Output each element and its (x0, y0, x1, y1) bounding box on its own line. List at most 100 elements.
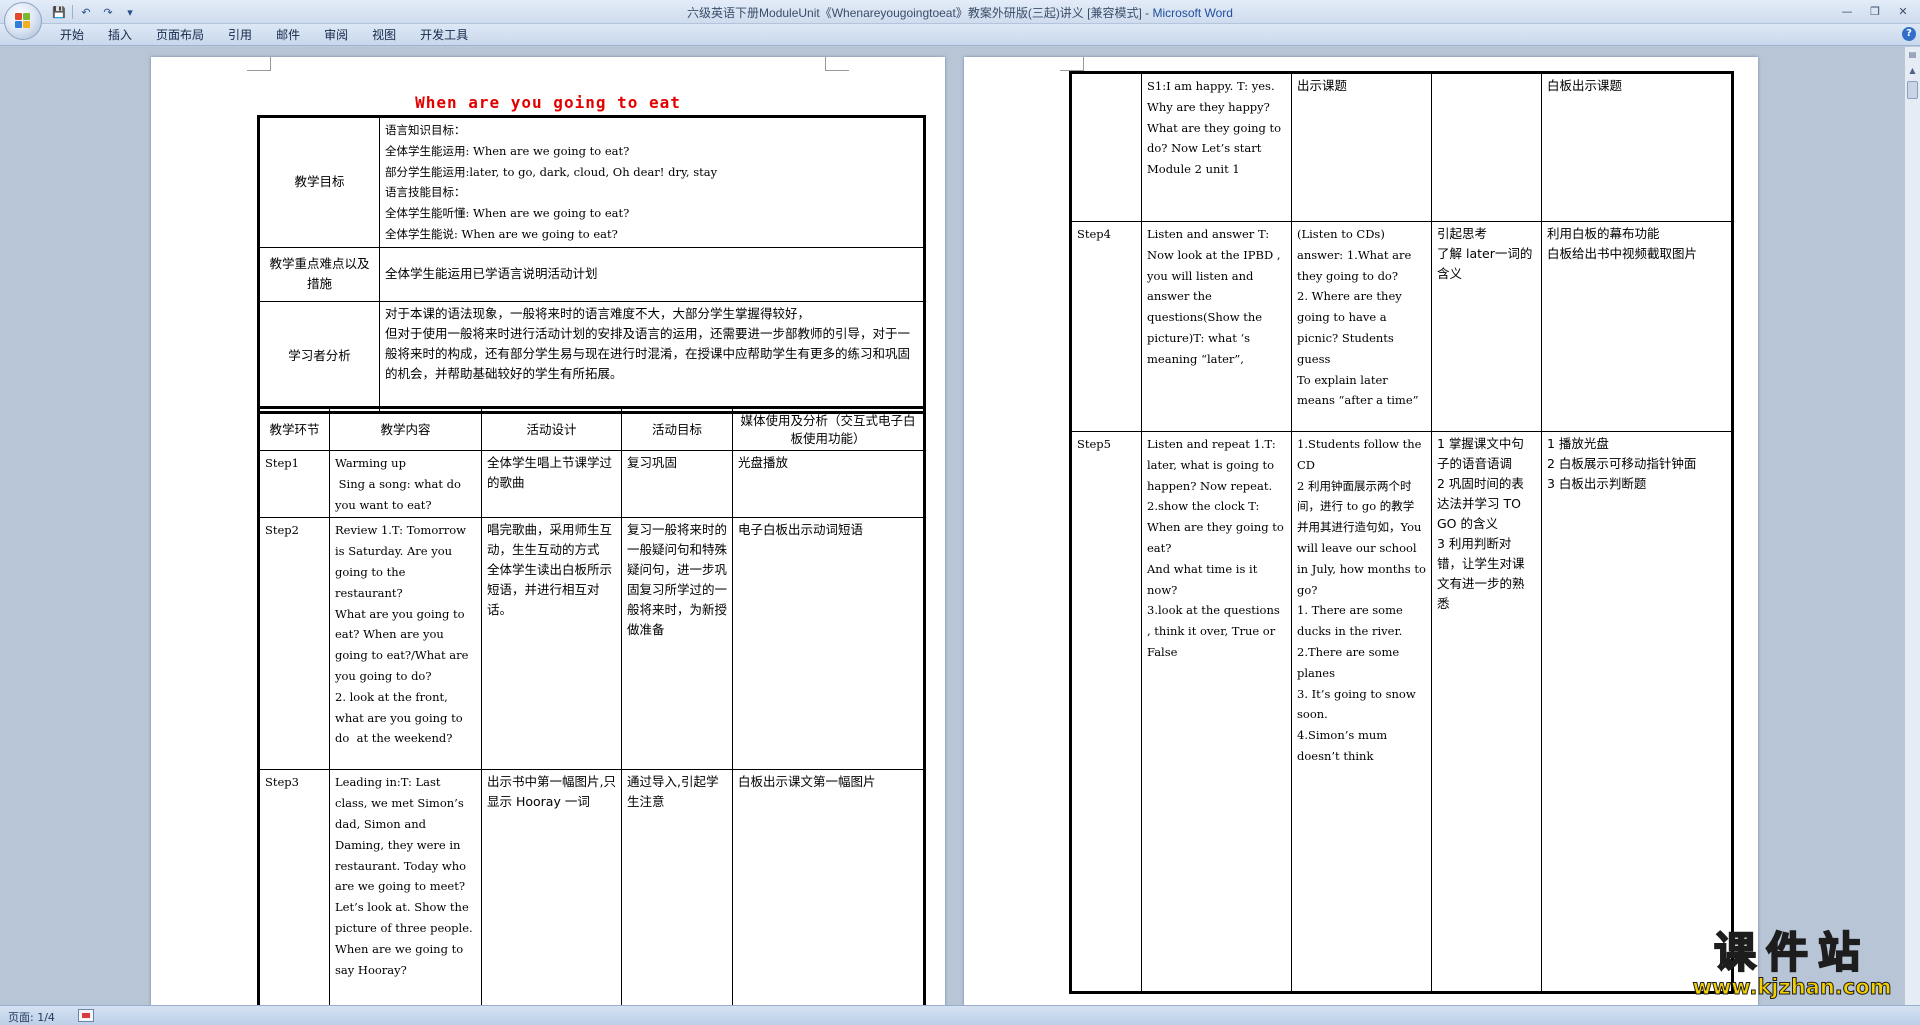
text-line: 全体学生能说: When are we going to eat? (385, 226, 618, 241)
row-label: 学习者分析 (259, 300, 380, 412)
text-line: 2. Where are they going to have a picnic… (1297, 289, 1406, 366)
step-media: 利用白板的幕布功能 白板给出书中视频截取图片 (1541, 221, 1732, 432)
text-line: S1:I am happy. T: yes. Why are they happ… (1147, 79, 1285, 177)
step-content: Warming up Sing a song: what do you want… (329, 449, 482, 519)
tab-review[interactable]: 审阅 (312, 27, 360, 45)
ribbon-tabs: 开始 插入 页面布局 引用 邮件 审阅 视图 开发工具 ? (0, 24, 1920, 46)
table-row: Step1 Warming up Sing a song: what do yo… (259, 449, 924, 519)
window-controls: — ❐ ✕ (1834, 2, 1916, 20)
column-header: 教学内容 (329, 408, 482, 451)
tab-insert[interactable]: 插入 (96, 27, 144, 45)
table-row: Step3 Leading in:T: Last class, we met S… (259, 769, 924, 1005)
tab-mailings[interactable]: 邮件 (264, 27, 312, 45)
scroll-thumb[interactable] (1907, 81, 1918, 99)
step-design: 1.Students follow the CD 2 利用钟面展示两个时间，进行… (1291, 431, 1432, 992)
crop-mark (825, 57, 849, 71)
office-button[interactable] (4, 2, 42, 40)
vertical-scrollbar[interactable]: ▤ ▲ (1904, 47, 1920, 1005)
text-line: 2.show the clock T: When are they going … (1147, 499, 1288, 555)
tab-references[interactable]: 引用 (216, 27, 264, 45)
text-line: 2 利用钟面展示两个时间，进行 to go 的教学 (1297, 478, 1415, 514)
step-content: Review 1.T: Tomorrow is Saturday. Are yo… (329, 517, 482, 771)
app-name: Microsoft Word (1152, 6, 1233, 20)
text-line: 并用其进行造句如，You will leave our school in Ju… (1297, 520, 1430, 597)
watermark-url: www.kjzhan.com (1692, 975, 1892, 999)
restore-button[interactable]: ❐ (1862, 2, 1888, 20)
step-label: Step3 (259, 769, 330, 1005)
step-goal: 复习一般将来时的一般疑问句和特殊疑问句，进一步巩固复习所学过的一般将来时，为新授… (621, 517, 733, 771)
row-label: 教学重点难点以及措施 (259, 246, 380, 302)
text-line: 2. look at the front, what are you going… (335, 689, 467, 746)
text-line: 出示课题 (1297, 78, 1348, 93)
step-design: 唱完歌曲，采用师生互动，生生互动的方式 全体学生读出白板所示短语，并进行相互对话… (481, 517, 622, 771)
table-row: Step5 Listen and repeat 1.T: later, what… (1071, 431, 1732, 992)
text-line: 3. It’s going to snow soon. (1297, 686, 1420, 722)
step-media: 电子白板出示动词短语 (732, 517, 924, 771)
step-label: Step5 (1071, 431, 1142, 992)
status-bar: 页面: 1/4 (0, 1005, 1920, 1025)
step-label: Step2 (259, 517, 330, 771)
close-button[interactable]: ✕ (1890, 2, 1916, 20)
step-content: Listen and repeat 1.T: later, what is go… (1141, 431, 1292, 992)
text-line: 1. There are some ducks in the river. (1297, 603, 1407, 639)
document-title: When are you going to eat (415, 93, 681, 112)
text-line: 出示书中第一幅图片,只显示 Hooray 一词 (487, 774, 616, 810)
text-line: 1 掌握课文中句子的语音语调 (1437, 436, 1524, 471)
text-line: 光盘播放 (738, 455, 789, 470)
tab-developer[interactable]: 开发工具 (408, 27, 480, 45)
help-icon[interactable]: ? (1902, 27, 1916, 41)
step-goal: 引起思考 了解 later一词的含义 (1431, 221, 1542, 432)
header-row: 教学环节 教学内容 活动设计 活动目标 媒体使用及分析（交互式电子白板使用功能） (259, 408, 924, 451)
column-header: 活动目标 (621, 408, 733, 451)
column-header: 媒体使用及分析（交互式电子白板使用功能） (732, 408, 924, 451)
steps-table-continued: S1:I am happy. T: yes. Why are they happ… (1069, 71, 1734, 994)
text-line: Review 1.T: Tomorrow is Saturday. Are yo… (335, 523, 470, 600)
text-line: 1 播放光盘 (1547, 436, 1609, 451)
minimize-button[interactable]: — (1834, 2, 1860, 20)
crop-mark (1060, 57, 1084, 71)
text-line: And what time is it now? (1147, 561, 1261, 597)
step-goal: 复习巩固 (621, 449, 733, 519)
title-bar: 💾 ↶ ↷ ▾ 六级英语下册ModuleUnit《Whenareyougoing… (0, 0, 1920, 24)
tab-home[interactable]: 开始 (48, 27, 96, 45)
text-line: 了解 later一词的含义 (1437, 246, 1533, 281)
column-header: 教学环节 (259, 408, 330, 451)
tab-page-layout[interactable]: 页面布局 (144, 27, 216, 45)
text-line: 4.Simon’s mum doesn’t think (1297, 728, 1391, 763)
text-line: 白板出示课题 (1547, 78, 1623, 93)
table-row: 学习者分析 对于本课的语法现象，一般将来时的语言难度不大，大部分学生掌握得较好，… (259, 300, 924, 412)
step-goal (1431, 73, 1542, 222)
step-media: 1 播放光盘 2 白板展示可移动指针钟面 3 白板出示判断题 (1541, 431, 1732, 992)
watermark-logo-text: 课件站 (1713, 928, 1870, 977)
text-line: 复习巩固 (627, 455, 678, 470)
table-row: Step2 Review 1.T: Tomorrow is Saturday. … (259, 517, 924, 771)
ruler-toggle-icon[interactable]: ▤ (1907, 49, 1918, 60)
text-line: 唱完歌曲，采用师生互动，生生互动的方式 (487, 522, 613, 558)
text-line: 部分学生能运用:later, to go, dark, cloud, Oh de… (385, 164, 718, 179)
step-content: Listen and answer T: Now look at the IPB… (1141, 221, 1292, 432)
text-line: Listen and repeat 1.T: later, what is go… (1147, 437, 1280, 493)
column-header: 活动设计 (481, 408, 622, 451)
page-1: When are you going to eat 教学目标 语言知识目标： 全… (151, 57, 945, 1005)
text-line: 白板出示课文第一幅图片 (738, 774, 876, 790)
step-design: (Listen to CDs) answer: 1.What are they … (1291, 221, 1432, 432)
text-line: 引起思考 (1437, 226, 1488, 241)
document-name: 六级英语下册ModuleUnit《Whenareyougoingtoeat》教案… (687, 6, 1153, 20)
text-line: 利用白板的幕布功能 (1547, 226, 1660, 241)
tab-view[interactable]: 视图 (360, 27, 408, 45)
step-content: S1:I am happy. T: yes. Why are they happ… (1141, 73, 1292, 222)
proofing-icon[interactable] (78, 1009, 94, 1022)
step-label: Step1 (259, 449, 330, 519)
scroll-up-icon[interactable]: ▲ (1907, 65, 1918, 76)
text-line: 对于本课的语法现象，一般将来时的语言难度不大，大部分学生掌握得较好， (385, 305, 811, 321)
text-line: Warming up (335, 456, 406, 470)
row-content: 全体学生能运用已学语言说明活动计划 (379, 246, 924, 302)
text-line: Leading in:T: Last class, we met Simon’s… (335, 775, 470, 894)
step-design: 全体学生唱上节课学过的歌曲 (481, 449, 622, 519)
page-count[interactable]: 页面: 1/4 (8, 1009, 55, 1025)
text-line: 全体学生能运用: When are we going to eat? (385, 143, 630, 158)
text-line: 全体学生读出白板所示短语，并进行相互对话。 (487, 562, 613, 618)
text-line: 3 利用判断对错，让学生对课文有进一步的熟悉 (1437, 536, 1525, 611)
site-watermark: 课件站 www.kjzhan.com (1668, 928, 1916, 1002)
text-line: (Listen to CDs) answer: 1.What are they … (1297, 227, 1415, 283)
